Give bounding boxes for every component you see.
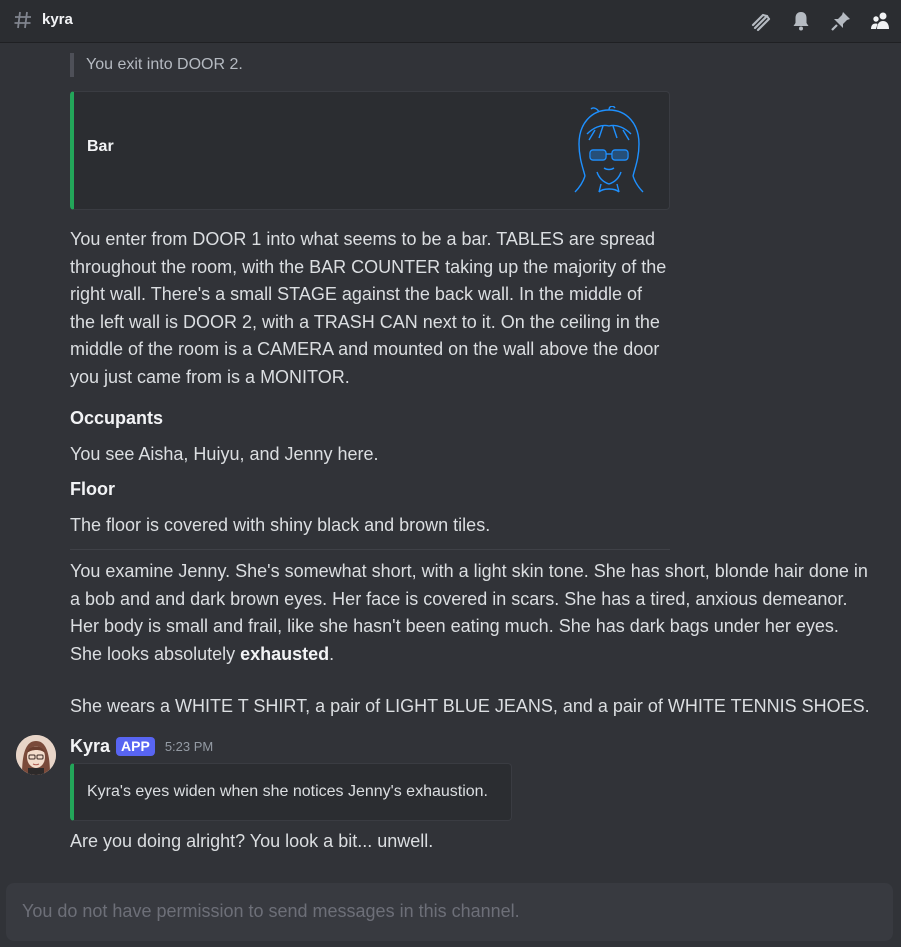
examine-text-end: . bbox=[329, 643, 335, 664]
message-composer: You do not have permission to send messa… bbox=[6, 883, 893, 941]
author-name[interactable]: Kyra bbox=[70, 736, 110, 757]
quote-block: You exit into DOOR 2. bbox=[70, 53, 243, 77]
examine-bold-word: exhausted bbox=[240, 643, 330, 664]
examine-text: You examine Jenny. She's somewhat short,… bbox=[70, 558, 870, 668]
app-badge: APP bbox=[116, 737, 155, 756]
room-description: You enter from DOOR 1 into what seems to… bbox=[70, 229, 667, 387]
bell-icon[interactable] bbox=[789, 9, 813, 33]
clothing-text: She wears a WHITE T SHIRT, a pair of LIG… bbox=[70, 696, 870, 716]
threads-icon[interactable] bbox=[749, 9, 773, 33]
hash-icon bbox=[14, 11, 31, 29]
members-icon[interactable] bbox=[869, 9, 893, 33]
location-embed: Bar bbox=[70, 91, 670, 210]
message-content: Are you doing alright? You look a bit...… bbox=[70, 831, 434, 851]
embed-thumbnail-image[interactable] bbox=[569, 106, 649, 194]
floor-text: The floor is covered with shiny black an… bbox=[70, 515, 491, 535]
divider bbox=[70, 549, 670, 550]
examine-text-part: You examine Jenny. She's somewhat short,… bbox=[70, 561, 868, 664]
message-author-row: Kyra APP 5:23 PM bbox=[70, 736, 213, 757]
occupants-text: You see Aisha, Huiyu, and Jenny here. bbox=[70, 444, 379, 464]
occupants-heading: Occupants bbox=[70, 408, 164, 428]
action-embed-text: Kyra's eyes widen when she notices Jenny… bbox=[87, 783, 488, 800]
embed-title: Bar bbox=[87, 138, 114, 155]
composer-placeholder: You do not have permission to send messa… bbox=[22, 901, 520, 921]
channel-name: kyra bbox=[42, 11, 73, 28]
avatar[interactable] bbox=[16, 735, 56, 775]
timestamp: 5:23 PM bbox=[164, 739, 214, 754]
action-embed: Kyra's eyes widen when she notices Jenny… bbox=[70, 763, 512, 821]
floor-heading: Floor bbox=[70, 479, 115, 499]
channel-header: kyra bbox=[0, 0, 901, 43]
pin-icon[interactable] bbox=[829, 9, 853, 33]
